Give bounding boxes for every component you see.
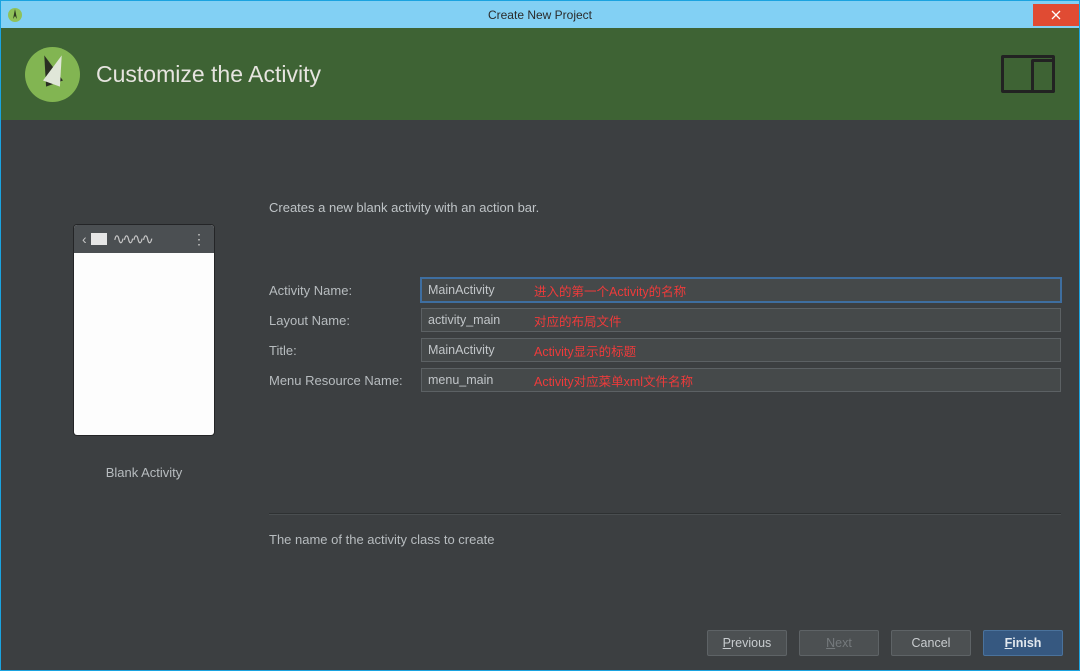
label-menu-resource: Menu Resource Name:	[269, 373, 421, 388]
previous-button[interactable]: Previous	[707, 630, 787, 656]
form-column: Creates a new blank activity with an act…	[269, 120, 1061, 615]
android-studio-compass-icon	[25, 47, 80, 102]
annotation-activity-name: 进入的第一个Activity的名称	[534, 281, 686, 300]
preview-caption: Blank Activity	[106, 465, 183, 480]
finish-label-rest: inish	[1012, 636, 1041, 650]
preview-column: ‹ ∿∿∿∿ ⋮ Blank Activity	[19, 120, 269, 615]
row-title: Title: Activity显示的标题	[269, 335, 1061, 365]
window-title: Create New Project	[1, 8, 1079, 22]
wizard-heading: Customize the Activity	[96, 61, 321, 88]
input-wrap-menu-resource: Activity对应菜单xml文件名称	[421, 368, 1061, 392]
preview-actionbar: ‹ ∿∿∿∿ ⋮	[74, 225, 214, 253]
next-label-rest: ext	[835, 636, 852, 650]
finish-button[interactable]: Finish	[983, 630, 1063, 656]
annotation-title: Activity显示的标题	[534, 341, 636, 360]
row-layout-name: Layout Name: 对应的布局文件	[269, 305, 1061, 335]
label-title: Title:	[269, 343, 421, 358]
wizard-header: Customize the Activity	[1, 28, 1079, 120]
input-wrap-title: Activity显示的标题	[421, 338, 1061, 362]
input-wrap-activity-name: 进入的第一个Activity的名称	[421, 278, 1061, 302]
overflow-menu-icon: ⋮	[192, 231, 206, 248]
input-layout-name[interactable]	[422, 313, 542, 327]
row-activity-name: Activity Name: 进入的第一个Activity的名称	[269, 275, 1061, 305]
titlebar[interactable]: Create New Project	[1, 1, 1079, 28]
input-wrap-layout-name: 对应的布局文件	[421, 308, 1061, 332]
form-description: Creates a new blank activity with an act…	[269, 200, 1061, 215]
label-layout-name: Layout Name:	[269, 313, 421, 328]
next-button[interactable]: Next	[799, 630, 879, 656]
preview-subtitle-placeholder-icon: ∿∿∿∿	[113, 230, 151, 248]
input-menu-resource[interactable]	[422, 373, 542, 387]
previous-label-rest: revious	[731, 636, 771, 650]
wizard-footer: Previous Next Cancel Finish	[1, 615, 1079, 670]
input-title[interactable]	[422, 343, 542, 357]
form-factor-icon	[1001, 55, 1055, 93]
helper-text: The name of the activity class to create	[269, 514, 1061, 615]
annotation-menu-resource: Activity对应菜单xml文件名称	[534, 371, 693, 390]
row-menu-resource: Menu Resource Name: Activity对应菜单xml文件名称	[269, 365, 1061, 395]
label-activity-name: Activity Name:	[269, 283, 421, 298]
input-activity-name[interactable]	[422, 283, 542, 297]
cancel-button[interactable]: Cancel	[891, 630, 971, 656]
preview-title-placeholder-icon	[91, 233, 107, 245]
activity-preview: ‹ ∿∿∿∿ ⋮	[74, 225, 214, 435]
back-chevron-icon: ‹	[82, 231, 87, 247]
wizard-body: ‹ ∿∿∿∿ ⋮ Blank Activity Creates a new bl…	[1, 120, 1079, 615]
window: Create New Project Customize the Activit…	[0, 0, 1080, 671]
annotation-layout-name: 对应的布局文件	[534, 311, 622, 330]
